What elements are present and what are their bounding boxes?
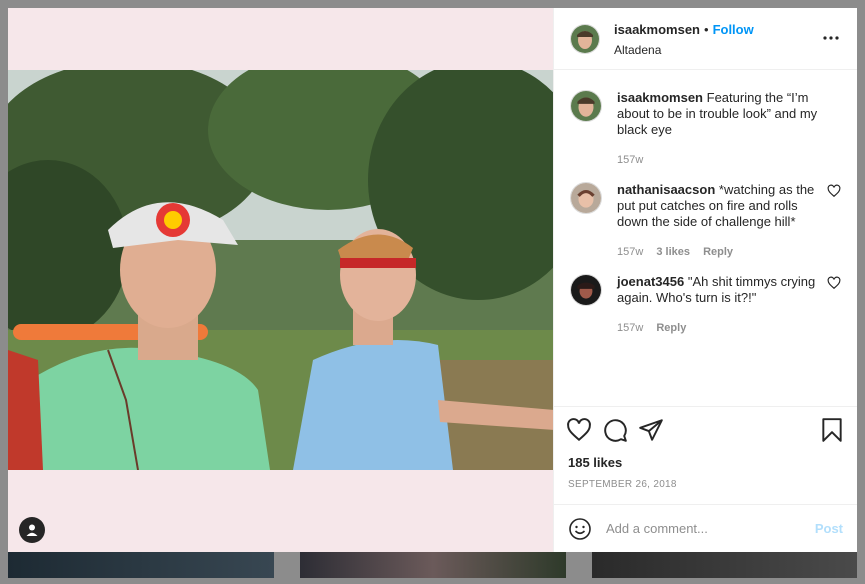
comment-likes[interactable]: 3 likes (656, 246, 690, 258)
post-header: isaakmomsen • Follow Altadena (554, 8, 857, 70)
likes-count[interactable]: 185 likes (568, 455, 622, 470)
avatar[interactable] (570, 182, 602, 214)
more-options-button[interactable] (821, 30, 841, 46)
comment-bubble-icon[interactable] (602, 417, 628, 443)
background-thumbnail[interactable] (8, 552, 274, 578)
follow-button[interactable]: Follow (713, 22, 754, 37)
post-photo (8, 70, 553, 470)
like-comment-heart-icon[interactable] (827, 276, 841, 290)
background-thumbnail[interactable] (592, 552, 857, 578)
post-comment-button[interactable]: Post (815, 521, 843, 536)
action-icons (566, 417, 845, 443)
author-username[interactable]: isaakmomsen (614, 22, 700, 37)
comment-age[interactable]: 157w (617, 246, 643, 258)
comment-username[interactable]: joenat3456 (617, 274, 684, 289)
add-comment-bar: Post (554, 504, 857, 552)
post-actions: 185 likes SEPTEMBER 26, 2018 Post (554, 406, 857, 552)
comment-username[interactable]: nathanisaacson (617, 182, 715, 197)
add-comment-input[interactable] (604, 520, 815, 537)
user-icon (26, 524, 38, 536)
separator-dot: • (704, 21, 709, 37)
background-thumbnail[interactable] (300, 552, 566, 578)
avatar[interactable] (570, 274, 602, 306)
save-bookmark-icon[interactable] (819, 417, 845, 443)
reply-button[interactable]: Reply (656, 322, 686, 334)
post-location[interactable]: Altadena (614, 43, 754, 57)
avatar[interactable] (570, 23, 600, 54)
like-comment-heart-icon[interactable] (827, 184, 841, 198)
post-media (8, 8, 553, 552)
avatar-image (571, 24, 599, 53)
post-date[interactable]: SEPTEMBER 26, 2018 (568, 479, 677, 490)
comment-item: joenat3456 "Ah shit timmys crying again.… (570, 274, 841, 336)
avatar-image (571, 91, 601, 121)
comment-age[interactable]: 157w (617, 154, 643, 166)
tagged-users-button[interactable] (19, 517, 45, 543)
comment-username[interactable]: isaakmomsen (617, 90, 703, 105)
share-paper-plane-icon[interactable] (638, 417, 664, 443)
caption: isaakmomsen Featuring the “I’m about to … (570, 90, 841, 168)
post-sidebar: isaakmomsen • Follow Altadena isaakmomse… (553, 8, 857, 552)
emoji-icon[interactable] (568, 517, 592, 541)
comment-item: nathanisaacson *watching as the put put … (570, 182, 841, 260)
post-modal: isaakmomsen • Follow Altadena isaakmomse… (8, 8, 857, 552)
avatar-image (571, 275, 601, 305)
comment-age[interactable]: 157w (617, 322, 643, 334)
avatar-image (571, 183, 601, 213)
more-horizontal-icon (823, 36, 839, 40)
like-heart-icon[interactable] (566, 417, 592, 443)
avatar[interactable] (570, 90, 602, 122)
reply-button[interactable]: Reply (703, 246, 733, 258)
